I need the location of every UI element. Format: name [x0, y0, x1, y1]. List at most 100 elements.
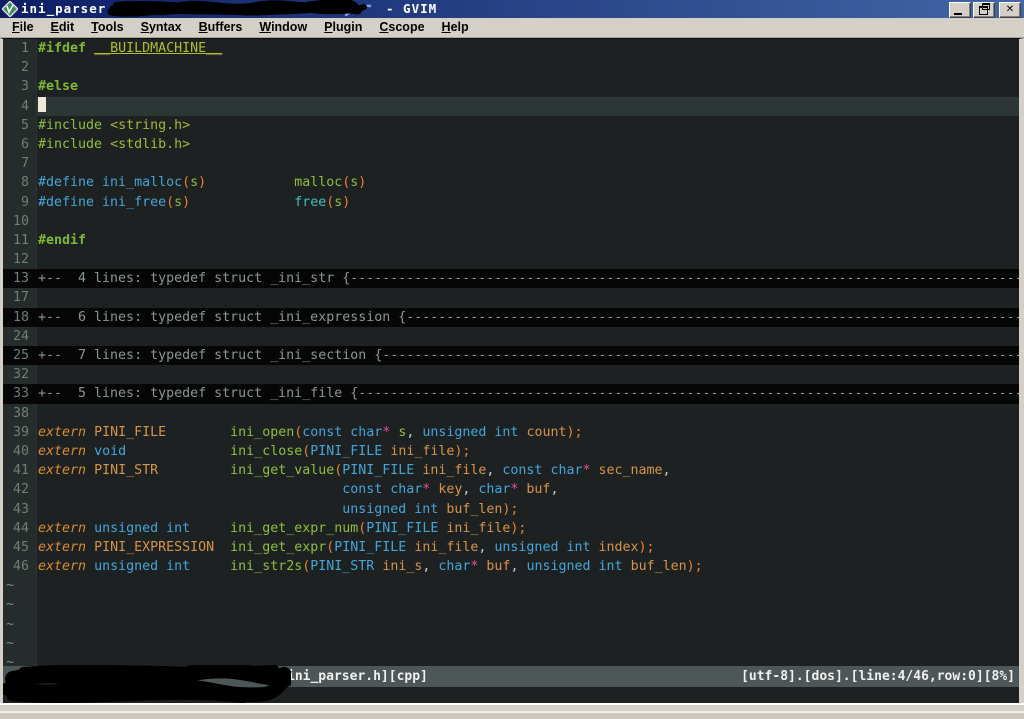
code-line[interactable]: 5 #include <string.h> [3, 115, 1019, 135]
empty-buffer-line[interactable]: ~ [3, 614, 1019, 634]
gvim-window: ini_parser.h - GVIM ✕ File Edit Tools Synta… [0, 0, 1024, 719]
menu-item-buffers[interactable]: Buffers [191, 19, 251, 36]
line-number: 46 [3, 557, 37, 577]
menu-item-file[interactable]: File [4, 19, 42, 36]
code-line[interactable]: 44 extern unsigned int ini_get_expr_num(P… [3, 518, 1019, 538]
code-line[interactable]: 10 [3, 211, 1019, 231]
menubar: File Edit Tools Syntax Buffers Window Plugin Cs… [0, 18, 1024, 38]
line-text [37, 576, 1019, 595]
text-editor-area[interactable]: 1 #ifdef __BUILDMACHINE__ 2 3 #else 4 5 #includ… [3, 39, 1019, 666]
line-number: 5 [3, 115, 37, 135]
folded-line[interactable]: 25 +-- 7 lines: typedef struct _ini_secti… [3, 346, 1019, 366]
menu-item-syntax[interactable]: Syntax [133, 19, 190, 36]
code-line[interactable]: 11 #endif [3, 230, 1019, 251]
line-text [37, 327, 1019, 346]
line-number: 33 [12, 386, 29, 402]
code-line[interactable]: 8 #define ini_malloc(s) malloc(s) [3, 173, 1019, 193]
code-line[interactable]: 42 const char* key, char* buf, [3, 480, 1019, 500]
line-number: 24 [3, 326, 37, 346]
code-line[interactable]: 1 #ifdef __BUILDMACHINE__ [3, 39, 1019, 59]
line-text: const char* key, char* buf, [342, 482, 559, 498]
line-text [37, 615, 1019, 634]
empty-buffer-line[interactable]: ~ [3, 595, 1019, 615]
line-number: 10 [3, 211, 37, 231]
empty-buffer-line[interactable]: ~ [3, 633, 1019, 653]
menu-item-plugin[interactable]: Plugin [316, 19, 370, 36]
line-number: 4 [3, 96, 37, 116]
code-line[interactable]: 39 extern PINI_FILE ini_open(const char* … [3, 422, 1019, 442]
code-line[interactable]: 2 [3, 58, 1019, 78]
window-title-suffix: - GVIM [386, 1, 438, 16]
line-text: #include <string.h> [38, 117, 191, 133]
menu-item-tools[interactable]: Tools [83, 19, 131, 36]
window-bottom-border [0, 703, 1024, 719]
empty-buffer-line[interactable]: ~ [3, 576, 1019, 596]
code-line[interactable]: 9 #define ini_free(s) free(s) [3, 192, 1019, 212]
window-controls: ✕ [947, 2, 1021, 18]
code-line[interactable]: 45 extern PINI_EXPRESSION ini_get_expr(PI… [3, 537, 1019, 558]
line-text: extern PINI_FILE ini_open(const char* s,… [38, 424, 583, 440]
code-line[interactable]: 17 [3, 288, 1019, 308]
line-number: 39 [3, 422, 37, 442]
line-number: 38 [3, 403, 37, 423]
line-text [37, 595, 1019, 614]
line-number: 25 [12, 348, 29, 363]
vim-logo-icon [1, 0, 19, 18]
line-number: 43 [3, 499, 37, 519]
line-text: unsigned int buf_len); [342, 501, 519, 517]
window-titlebar: ini_parser.h - GVIM ✕ [0, 0, 1024, 18]
line-number: 44 [3, 518, 37, 538]
minimize-icon [954, 13, 962, 15]
code-line[interactable]: 40 extern void ini_close(PINI_FILE ini_fi… [3, 441, 1019, 462]
restore-button[interactable] [973, 2, 995, 18]
folded-line[interactable]: 18 +-- 6 lines: typedef struct _ini_expre… [3, 307, 1019, 327]
line-text: #include <stdlib.h> [38, 136, 191, 152]
tilde-marker: ~ [3, 633, 37, 653]
code-line[interactable]: 43 unsigned int buf_len); [3, 499, 1019, 519]
code-line[interactable]: 24 [3, 326, 1019, 346]
line-text [37, 634, 1019, 653]
line-number: 6 [3, 134, 37, 155]
code-line[interactable]: 7 [3, 154, 1019, 174]
line-text: #ifdef __BUILDMACHINE__ [38, 41, 223, 56]
code-line[interactable]: 6 #include <stdlib.h> [3, 134, 1019, 155]
code-line[interactable]: 46 extern unsigned int ini_str2s(PINI_STR… [3, 557, 1019, 577]
close-icon: ✕ [1005, 4, 1015, 15]
menu-item-edit[interactable]: Edit [43, 19, 83, 36]
line-text: #else [38, 79, 79, 95]
code-line[interactable]: 3 #else [3, 77, 1019, 97]
menu-item-help[interactable]: Help [434, 19, 477, 36]
menu-item-cscope[interactable]: Cscope [371, 19, 432, 36]
line-text: +-- 6 lines: typedef struct _ini_express… [38, 309, 1019, 325]
tilde-marker: ~ [3, 595, 37, 615]
line-text: #endif [38, 232, 87, 248]
line-number: 40 [3, 441, 37, 462]
line-text: #define ini_free(s) free(s) [38, 194, 351, 210]
line-number: 11 [3, 230, 37, 251]
line-number: 1 [3, 39, 37, 59]
status-position-info: [utf-8].[dos].[line:4/46,row:0][8%] [741, 669, 1015, 684]
line-number: 7 [3, 154, 37, 174]
line-text: #define ini_malloc(s) malloc(s) [38, 175, 367, 191]
code-line[interactable]: 12 [3, 250, 1019, 270]
minimize-button[interactable] [949, 2, 971, 18]
close-button[interactable]: ✕ [999, 2, 1021, 18]
folded-line[interactable]: 33 +-- 5 lines: typedef struct _ini_file … [3, 384, 1019, 404]
line-text: +-- 5 lines: typedef struct _ini_file {-… [38, 386, 1019, 402]
restore-icon [979, 3, 990, 15]
line-text [37, 96, 1019, 116]
code-line[interactable]: 41 extern PINI_STR ini_get_value(PINI_FIL… [3, 461, 1019, 481]
line-text [37, 58, 1019, 77]
code-line[interactable]: 4 [3, 96, 1019, 116]
folded-line[interactable]: 13 +-- 4 lines: typedef struct _ini_str {… [3, 269, 1019, 289]
status-redaction-scribble [3, 665, 291, 704]
menu-item-window[interactable]: Window [251, 19, 315, 36]
line-number: 18 [12, 309, 29, 325]
line-number: 3 [3, 77, 37, 97]
line-number: 2 [3, 58, 37, 78]
line-text [37, 250, 1019, 269]
tilde-marker: ~ [3, 576, 37, 596]
code-line[interactable]: 32 [3, 365, 1019, 385]
line-number: 9 [3, 192, 37, 212]
code-line[interactable]: 38 [3, 403, 1019, 423]
